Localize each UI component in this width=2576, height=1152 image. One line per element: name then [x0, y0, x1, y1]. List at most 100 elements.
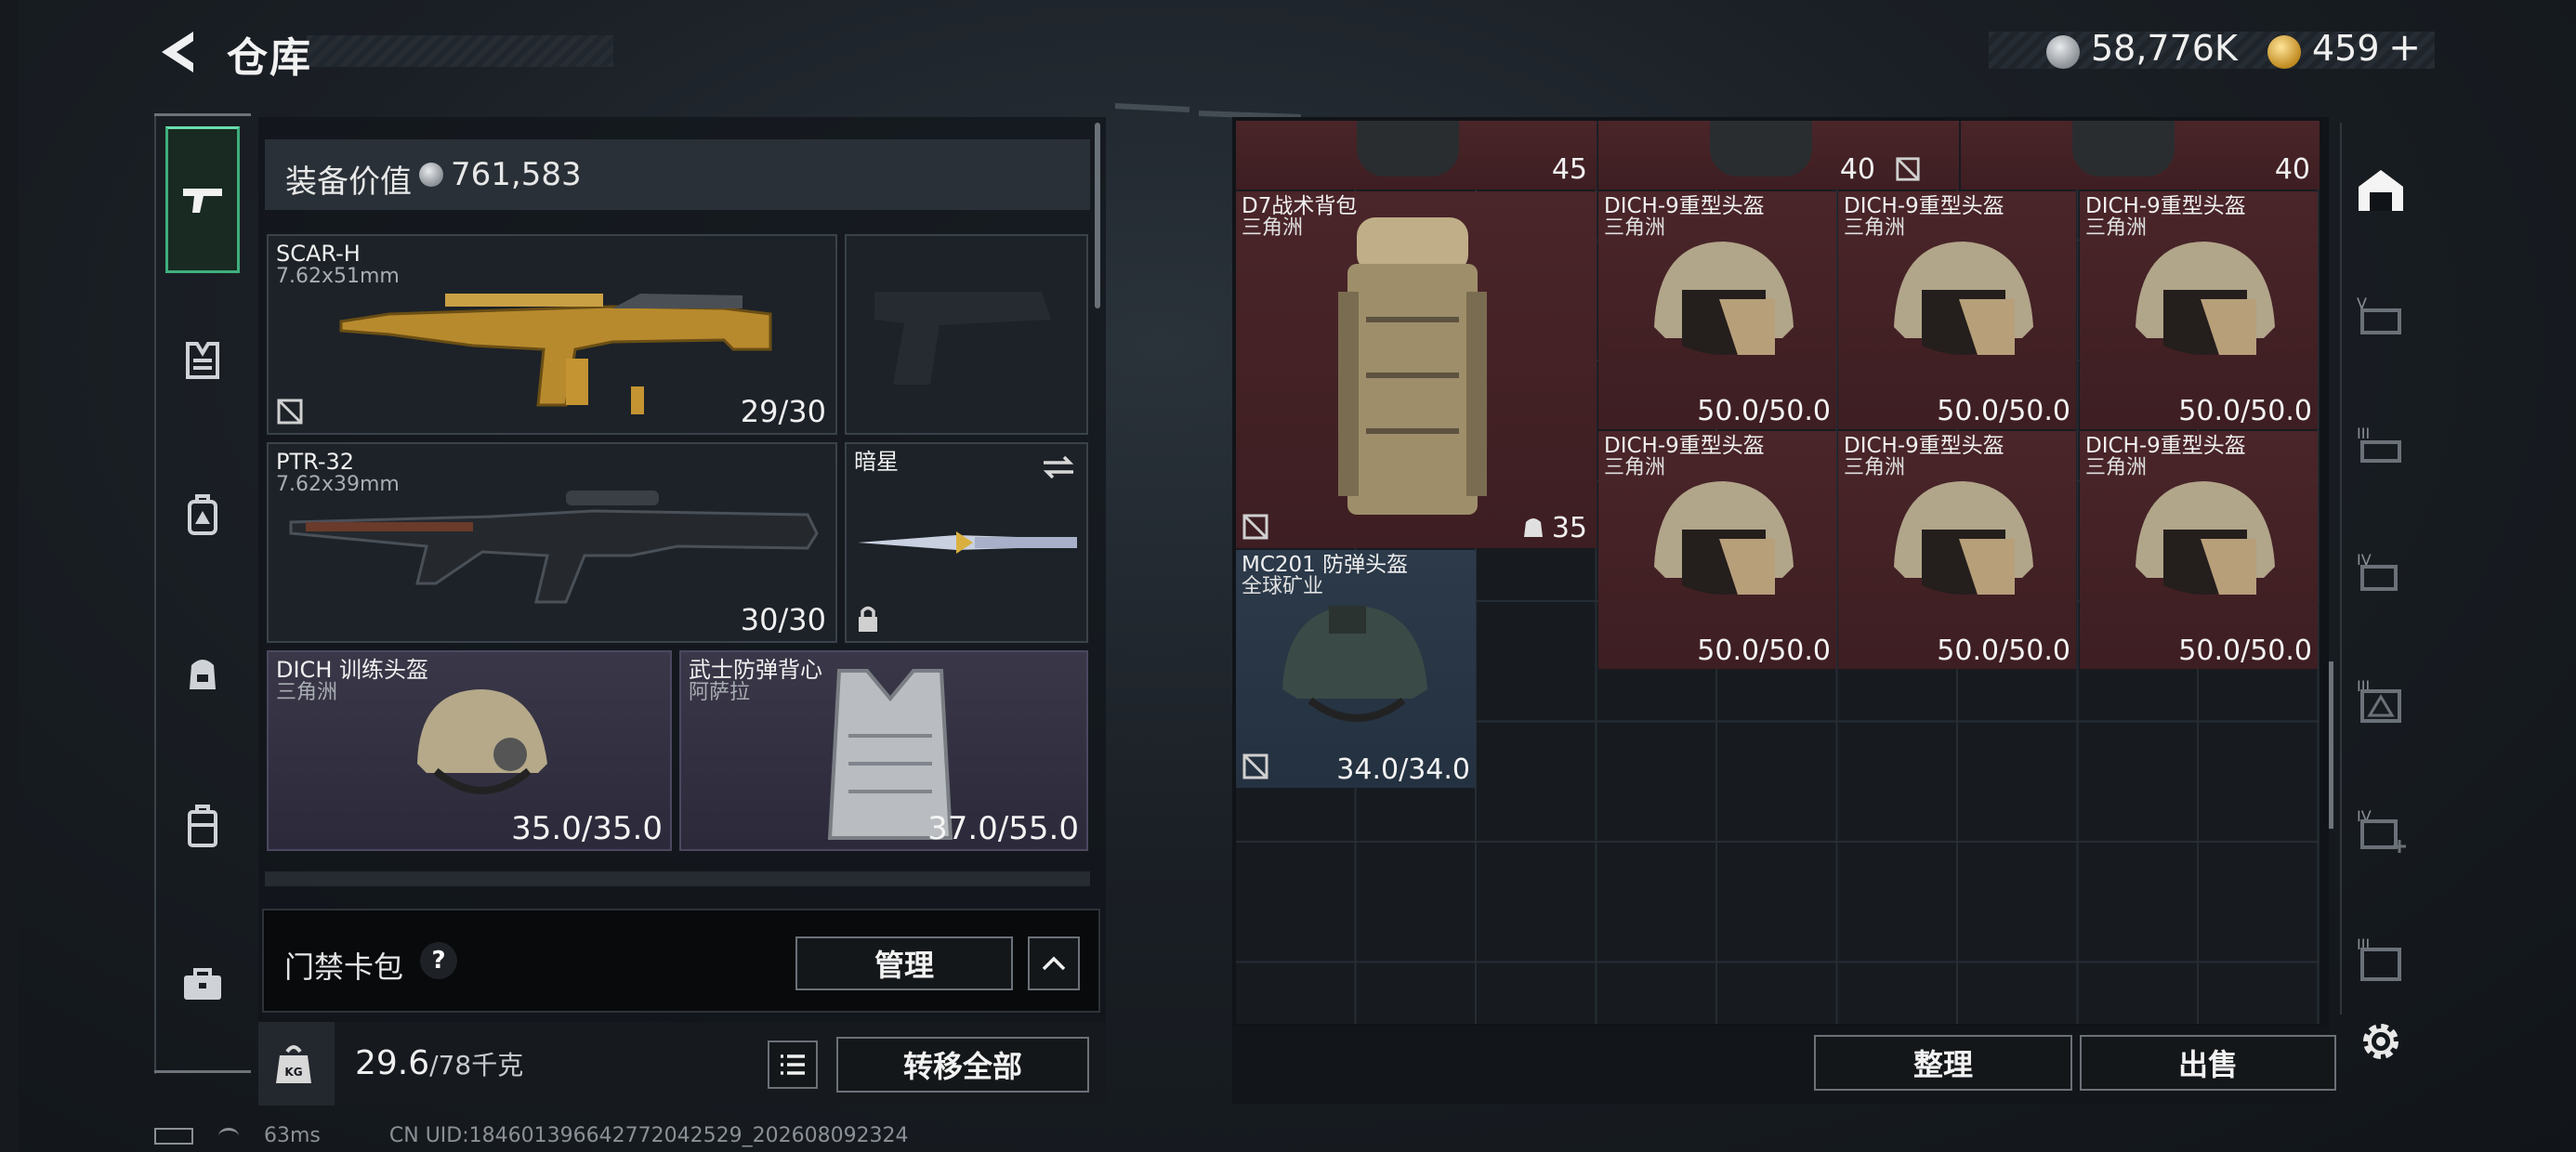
capacity: 45: [1551, 153, 1587, 186]
helmet-image: [1894, 242, 2033, 355]
capacity: 35: [1551, 512, 1587, 544]
lock-icon: [859, 606, 877, 632]
rifle-icon: [183, 189, 222, 213]
durability: 50.0/50.0: [2178, 635, 2312, 667]
stash-item-backpack-partial[interactable]: 45: [1236, 121, 1597, 190]
armor-origin: 阿萨拉: [689, 681, 751, 704]
backpack-image: [1338, 217, 1487, 515]
helmet-image: [2136, 242, 2275, 355]
item-name: DICH-9重型头盔: [2085, 194, 2246, 218]
stash-page-v-icon: V: [2357, 295, 2401, 334]
stash-scrollbar[interactable]: [2329, 661, 2333, 829]
warehouse-icon: [2359, 170, 2403, 211]
pouch-icon: [190, 660, 216, 689]
stash-item-backpack-partial[interactable]: 40: [1598, 121, 1959, 190]
rifle-image: [339, 294, 772, 414]
nav-vest[interactable]: [165, 323, 240, 398]
wifi-icon: [218, 1128, 239, 1145]
back-arrow-icon[interactable]: [156, 28, 199, 76]
ammo-count: 30/30: [740, 602, 826, 637]
backpack-icon: [188, 494, 217, 535]
stash-page-iii-icon: III: [2357, 936, 2401, 981]
chevron-up-icon: [1042, 956, 1066, 971]
svg-text:KG: KG: [284, 1066, 302, 1079]
silver-coin-icon: [2046, 35, 2080, 69]
no-insure-icon: [1896, 157, 1920, 181]
stash-page-main[interactable]: [2344, 158, 2418, 223]
no-insure-icon: [277, 399, 303, 425]
transfer-all-button[interactable]: 转移全部: [836, 1037, 1089, 1093]
stash-item-heavy-helmet[interactable]: DICH-9重型头盔 三角洲 50.0/50.0: [1598, 431, 1836, 669]
nav-toolbox[interactable]: [165, 948, 240, 1022]
stash-page-iii-b[interactable]: III: [2344, 667, 2418, 732]
title-deco-stripe: [307, 35, 613, 67]
stash-page-iii-c[interactable]: III: [2344, 925, 2418, 990]
ammo-count: 29/30: [740, 394, 826, 429]
stash-item-heavy-helmet[interactable]: DICH-9重型头盔 三角洲 50.0/50.0: [1838, 431, 2076, 669]
stash-item-heavy-helmet[interactable]: DICH-9重型头盔 三角洲 50.0/50.0: [1598, 191, 1836, 429]
capacity: 40: [1839, 153, 1875, 186]
durability: 34.0/34.0: [1336, 753, 1470, 786]
melee-slot[interactable]: 暗星: [845, 442, 1088, 643]
nav-backpack[interactable]: [165, 478, 240, 552]
page-title: 仓库: [227, 34, 312, 82]
capacity-bag-icon: [1524, 518, 1543, 537]
sell-button[interactable]: 出售: [2080, 1035, 2336, 1091]
durability: 50.0/50.0: [1937, 635, 2070, 667]
battery-icon: [154, 1128, 193, 1145]
helmet-image: [1654, 242, 1794, 355]
weight-max: /78千克: [429, 1050, 524, 1080]
list-icon: [781, 1054, 805, 1075]
stash-page-iv-b[interactable]: IV: [2344, 797, 2418, 862]
equipment-scrollbar[interactable]: [1095, 123, 1100, 308]
nav-case[interactable]: [165, 790, 240, 864]
help-icon[interactable]: ?: [420, 942, 457, 979]
knife-image: [858, 531, 1077, 554]
stash-item-d7-backpack[interactable]: D7战术背包 三角洲 35: [1236, 191, 1597, 548]
nav-weapons[interactable]: [165, 126, 240, 273]
ping: 63ms: [264, 1124, 321, 1147]
next-slot-peek: [265, 871, 1090, 886]
svg-text:III: III: [2357, 425, 2370, 442]
equipment-value: 761,583: [451, 156, 582, 193]
stash-item-mc201-helmet[interactable]: MC201 防弹头盔 全球矿业 34.0/34.0: [1236, 550, 1476, 788]
armor-name: 武士防弹背心: [689, 657, 822, 683]
sidearm-slot[interactable]: [845, 234, 1088, 435]
case-icon: [188, 805, 217, 847]
gold-topup-button[interactable]: +: [2388, 24, 2421, 70]
stash-page-iii-icon: III: [2357, 677, 2401, 723]
helmet-slot[interactable]: DICH 训练头盔 三角洲 35.0/35.0: [267, 650, 672, 851]
stash-item-heavy-helmet[interactable]: DICH-9重型头盔 三角洲 50.0/50.0: [2080, 431, 2318, 669]
list-view-button[interactable]: [768, 1041, 818, 1089]
nav-pouch[interactable]: [165, 635, 240, 710]
primary-weapon-slot[interactable]: SCAR-H 7.62x51mm 29/30: [267, 234, 837, 435]
durability: 37.0/55.0: [927, 810, 1079, 847]
stash-item-heavy-helmet[interactable]: DICH-9重型头盔 三角洲 50.0/50.0: [1838, 191, 2076, 429]
helmet-origin: 三角洲: [276, 681, 338, 704]
settings-button[interactable]: [2344, 1009, 2418, 1074]
weight-kg-icon: KG: [276, 1045, 311, 1083]
secondary-weapon-slot[interactable]: PTR-32 7.62x39mm 30/30: [267, 442, 837, 643]
stash-page-v[interactable]: V: [2344, 282, 2418, 347]
keycard-manage-button[interactable]: 管理: [795, 936, 1013, 990]
durability: 50.0/50.0: [1697, 395, 1831, 427]
no-insure-icon: [1242, 514, 1268, 540]
helmet-image: [417, 689, 547, 794]
sort-button[interactable]: 整理: [1814, 1035, 2072, 1091]
status-bar: 63ms CN UID:184601396642772042529_202608…: [154, 1124, 909, 1147]
durability: 35.0/35.0: [511, 810, 663, 847]
stash-page-iv-a[interactable]: IV: [2344, 539, 2418, 604]
helmet-image: [1654, 481, 1794, 595]
stash-item-backpack-partial[interactable]: 40: [1961, 121, 2320, 190]
stash-page-iii-icon: III: [2357, 425, 2401, 463]
helmet-image: [2136, 481, 2275, 595]
nav-top-rule: [154, 113, 251, 116]
left-edge-bar: [0, 0, 19, 1152]
item-origin: 三角洲: [1242, 216, 1304, 240]
stash-page-iii-a[interactable]: III: [2344, 412, 2418, 478]
armor-slot[interactable]: 武士防弹背心 阿萨拉 37.0/55.0: [679, 650, 1088, 851]
collapse-button[interactable]: [1028, 936, 1080, 990]
swap-icon[interactable]: [1040, 453, 1077, 481]
stash-item-heavy-helmet[interactable]: DICH-9重型头盔 三角洲 50.0/50.0: [2080, 191, 2318, 429]
vest-icon: [186, 342, 219, 379]
